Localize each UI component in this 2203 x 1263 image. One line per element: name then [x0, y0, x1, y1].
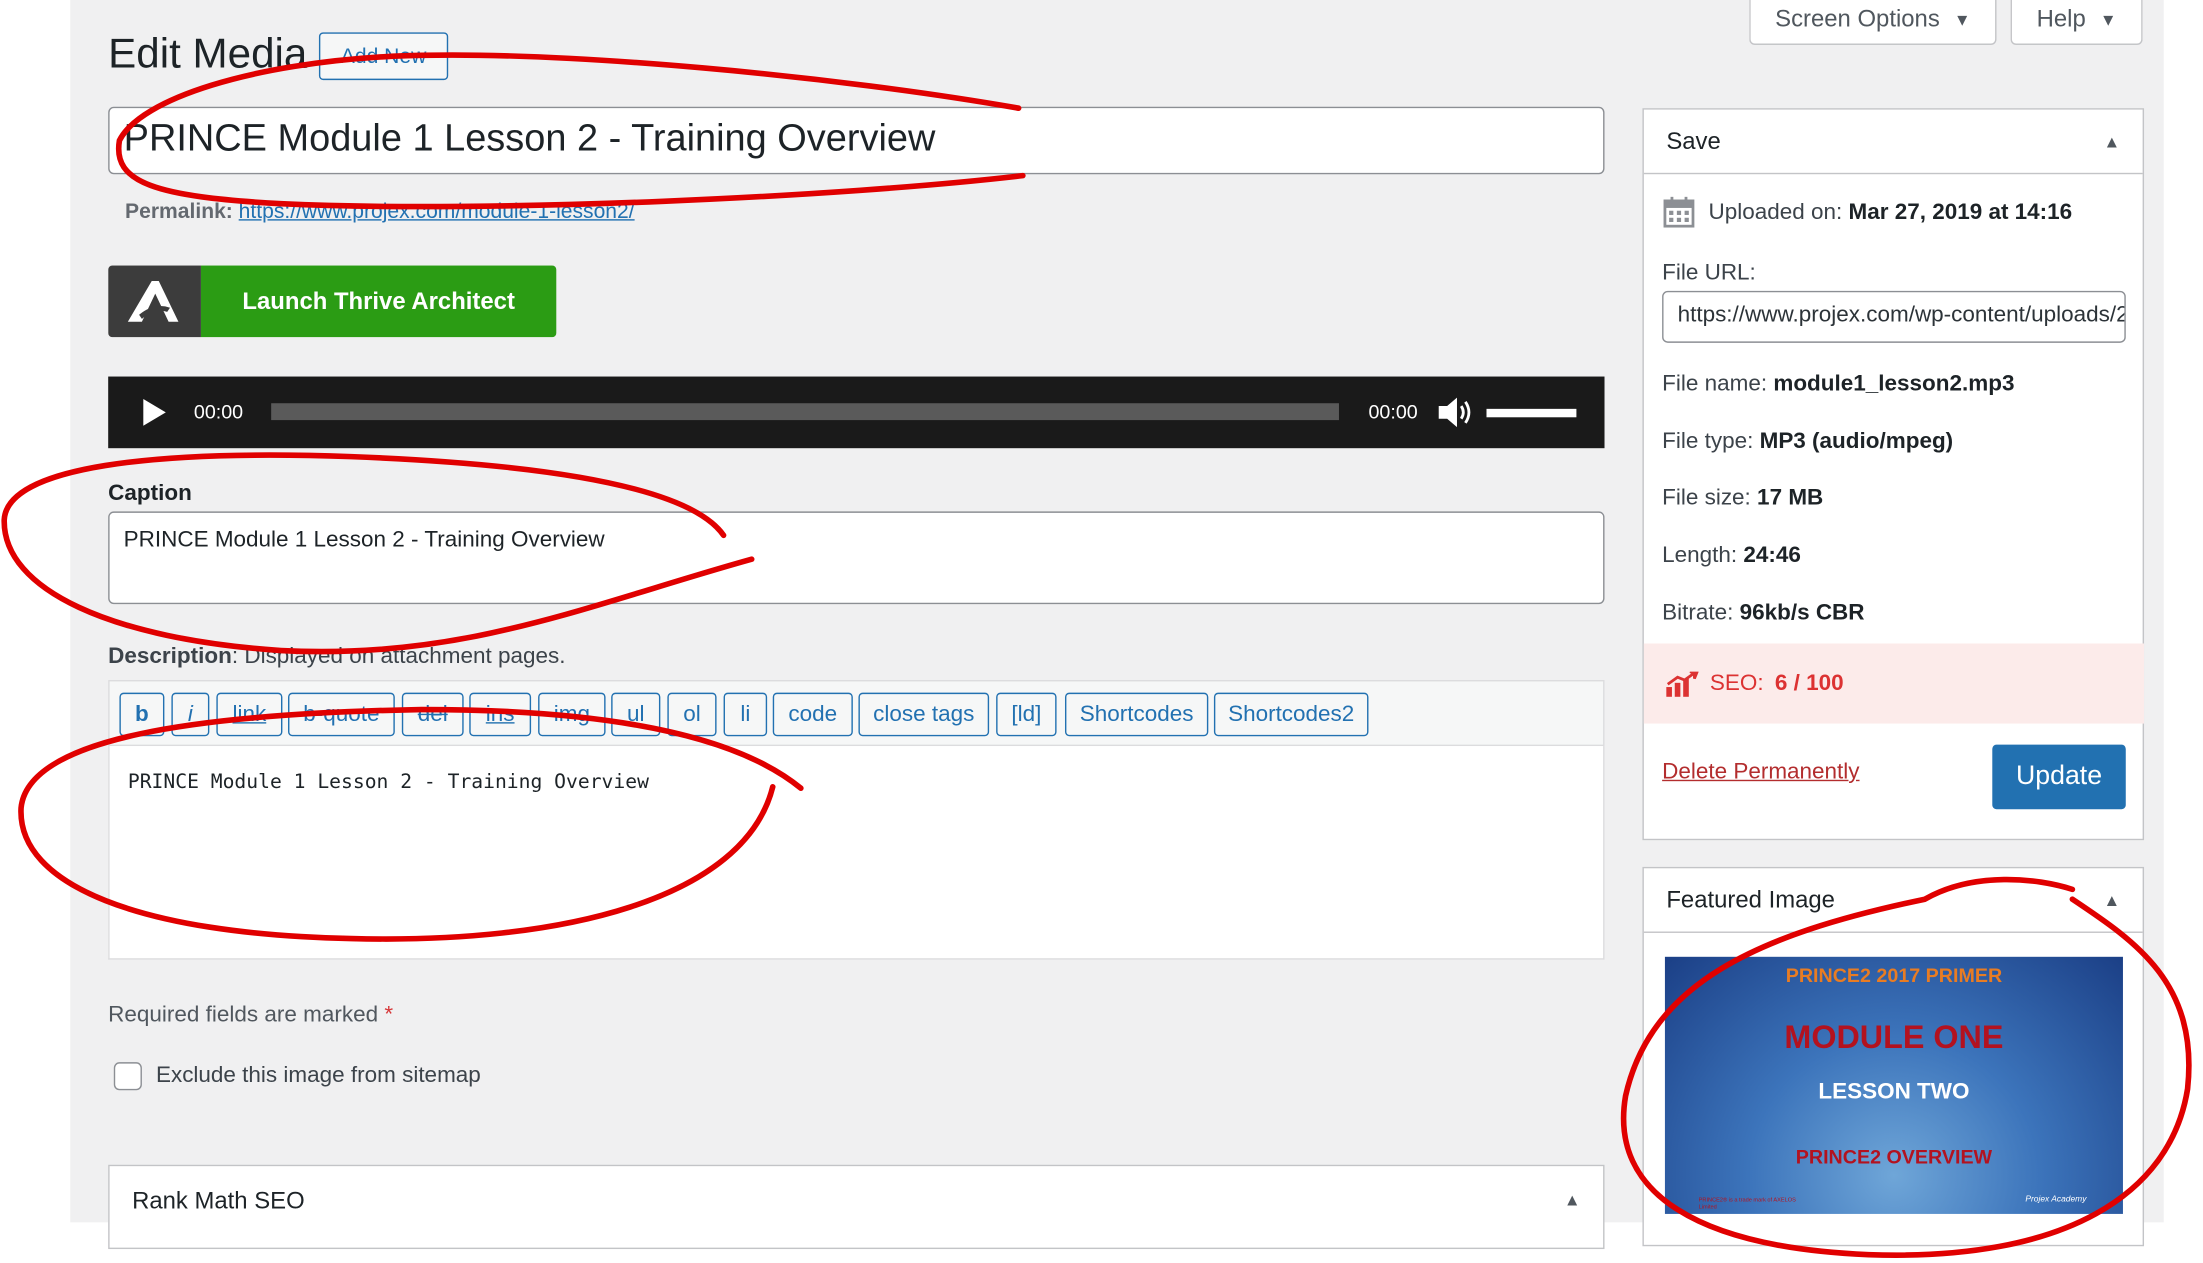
- qt-bold-button[interactable]: b: [119, 692, 165, 737]
- duration-time: 00:00: [1368, 400, 1418, 423]
- qt-ol-button[interactable]: ol: [667, 692, 717, 737]
- required-note: Required fields are marked *: [108, 1003, 393, 1028]
- description-hint: : Displayed on attachment pages.: [231, 644, 566, 669]
- description-label: Description: [108, 644, 232, 669]
- description-textarea[interactable]: PRINCE Module 1 Lesson 2 - Training Over…: [108, 746, 1605, 960]
- length-row: Length: 24:46: [1662, 544, 1801, 569]
- permalink-url[interactable]: https://www.projex.com/module-1-lesson2/: [239, 200, 635, 224]
- qt-bquote-button[interactable]: b-quote: [288, 692, 395, 737]
- thumb-line3: LESSON TWO: [1818, 1080, 1970, 1105]
- required-text: Required fields are marked: [108, 1003, 379, 1028]
- seo-value: 6 / 100: [1774, 670, 1844, 695]
- qt-link-button[interactable]: link: [216, 692, 283, 737]
- update-button[interactable]: Update: [1992, 744, 2126, 810]
- rank-math-panel: Rank Math SEO ▲: [108, 1164, 1605, 1250]
- length-value: 24:46: [1743, 543, 1801, 568]
- featured-image-header: Featured Image ▲: [1643, 868, 2143, 933]
- current-time: 00:00: [193, 400, 244, 423]
- file-name-label: File name:: [1662, 372, 1768, 397]
- caption-textarea[interactable]: PRINCE Module 1 Lesson 2 - Training Over…: [108, 511, 1605, 605]
- uploaded-value: Mar 27, 2019 at 14:16: [1848, 200, 2073, 225]
- thumb-footnote: PRINCE2® is a trade mark of AXELOS Limit…: [1698, 1195, 1796, 1210]
- file-type-value: MP3 (audio/mpeg): [1759, 429, 1954, 454]
- qt-ul-button[interactable]: ul: [611, 692, 661, 737]
- file-size-label: File size:: [1662, 486, 1751, 511]
- qt-del-button[interactable]: del: [401, 692, 464, 737]
- collapse-arrow-icon[interactable]: ▲: [2103, 131, 2120, 151]
- thumb-line1: PRINCE2 2017 PRIMER: [1785, 963, 2003, 987]
- required-star: *: [384, 1003, 394, 1028]
- file-type-row: File type: MP3 (audio/mpeg): [1662, 430, 1953, 455]
- qt-ins-button[interactable]: ins: [469, 692, 532, 737]
- help-button[interactable]: Help ▼: [2010, 0, 2143, 45]
- file-name-value: module1_lesson2.mp3: [1773, 372, 2015, 397]
- progress-rail[interactable]: [271, 403, 1339, 421]
- uploaded-label: Uploaded on:: [1708, 200, 1843, 225]
- collapse-arrow-icon[interactable]: ▲: [1564, 1190, 1581, 1210]
- help-label: Help: [2036, 4, 2086, 32]
- qt-ld-button[interactable]: [ld]: [996, 692, 1057, 737]
- file-url-label: File URL:: [1662, 261, 1756, 286]
- qt-shortcodes-button[interactable]: Shortcodes: [1064, 692, 1209, 737]
- thumb-line4: PRINCE2 OVERVIEW: [1795, 1145, 1993, 1168]
- bitrate-label: Bitrate:: [1662, 601, 1734, 626]
- file-type-label: File type:: [1662, 429, 1754, 454]
- save-box-header: Save ▲: [1643, 110, 2143, 175]
- permalink-label: Permalink:: [125, 199, 233, 224]
- quicktags-toolbar: b i link b-quote del ins img ul ol li co…: [108, 680, 1605, 747]
- collapse-arrow-icon[interactable]: ▲: [2103, 890, 2120, 910]
- permalink: Permalink: https://www.projex.com/module…: [125, 200, 635, 224]
- thrive-logo-icon: [108, 265, 201, 338]
- delete-permanently-link[interactable]: Delete Permanently: [1662, 760, 1859, 785]
- thumb-line2: MODULE ONE: [1784, 1018, 2004, 1056]
- exclude-sitemap-label[interactable]: Exclude this image from sitemap: [156, 1064, 481, 1089]
- launch-thrive-architect-button[interactable]: Launch Thrive Architect: [108, 265, 557, 338]
- thrive-label: Launch Thrive Architect: [200, 265, 557, 338]
- featured-image-box: Featured Image ▲ PRINCE2 2017 PRIMER MOD…: [1642, 866, 2145, 1247]
- bitrate-row: Bitrate: 96kb/s CBR: [1662, 601, 1864, 626]
- title-input[interactable]: PRINCE Module 1 Lesson 2 - Training Over…: [108, 106, 1605, 175]
- file-size-row: File size: 17 MB: [1662, 486, 1823, 511]
- bitrate-value: 96kb/s CBR: [1739, 601, 1865, 626]
- calendar-icon: [1663, 196, 1695, 228]
- qt-shortcodes2-button[interactable]: Shortcodes2: [1213, 692, 1369, 737]
- file-url-input[interactable]: https://www.projex.com/wp-content/upload…: [1662, 290, 2126, 343]
- volume-icon[interactable]: [1437, 396, 1474, 428]
- uploaded-on: Uploaded on: Mar 27, 2019 at 14:16: [1708, 201, 2072, 226]
- save-box-title: Save: [1666, 127, 1721, 154]
- play-icon[interactable]: [142, 398, 167, 428]
- screen-options-label: Screen Options: [1775, 4, 1940, 32]
- length-label: Length:: [1662, 543, 1738, 568]
- qt-code-button[interactable]: code: [772, 692, 853, 737]
- caption-label: Caption: [108, 481, 192, 506]
- file-size-value: 17 MB: [1757, 486, 1824, 511]
- qt-li-button[interactable]: li: [723, 692, 768, 737]
- description-label-row: Description: Displayed on attachment pag…: [108, 645, 565, 670]
- rank-math-chart-icon: [1666, 670, 1699, 697]
- file-name-row: File name: module1_lesson2.mp3: [1662, 372, 2014, 397]
- caret-down-icon: ▼: [1953, 9, 1971, 29]
- caret-down-icon: ▼: [2099, 9, 2117, 29]
- exclude-sitemap-checkbox[interactable]: [113, 1062, 142, 1091]
- screen-options-button[interactable]: Screen Options ▼: [1749, 0, 1997, 45]
- rank-math-title: Rank Math SEO: [132, 1187, 305, 1214]
- qt-close-tags-button[interactable]: close tags: [858, 692, 990, 737]
- qt-img-button[interactable]: img: [538, 692, 606, 737]
- page-title: Edit Media: [108, 30, 308, 78]
- audio-player: 00:00 00:00: [108, 376, 1605, 449]
- featured-image-thumbnail[interactable]: PRINCE2 2017 PRIMER MODULE ONE LESSON TW…: [1664, 956, 2123, 1214]
- thumb-brand: Projex Academy: [2025, 1195, 2087, 1205]
- seo-label: SEO:: [1709, 670, 1764, 695]
- featured-image-title: Featured Image: [1666, 885, 1835, 913]
- seo-score-row[interactable]: SEO: 6 / 100: [1643, 643, 2145, 724]
- add-new-button[interactable]: Add New: [318, 32, 449, 81]
- qt-italic-button[interactable]: i: [171, 692, 210, 737]
- save-box: Save ▲ Uploaded on: Mar 27, 2019 at 14:1…: [1642, 108, 2145, 841]
- volume-slider[interactable]: [1486, 408, 1577, 418]
